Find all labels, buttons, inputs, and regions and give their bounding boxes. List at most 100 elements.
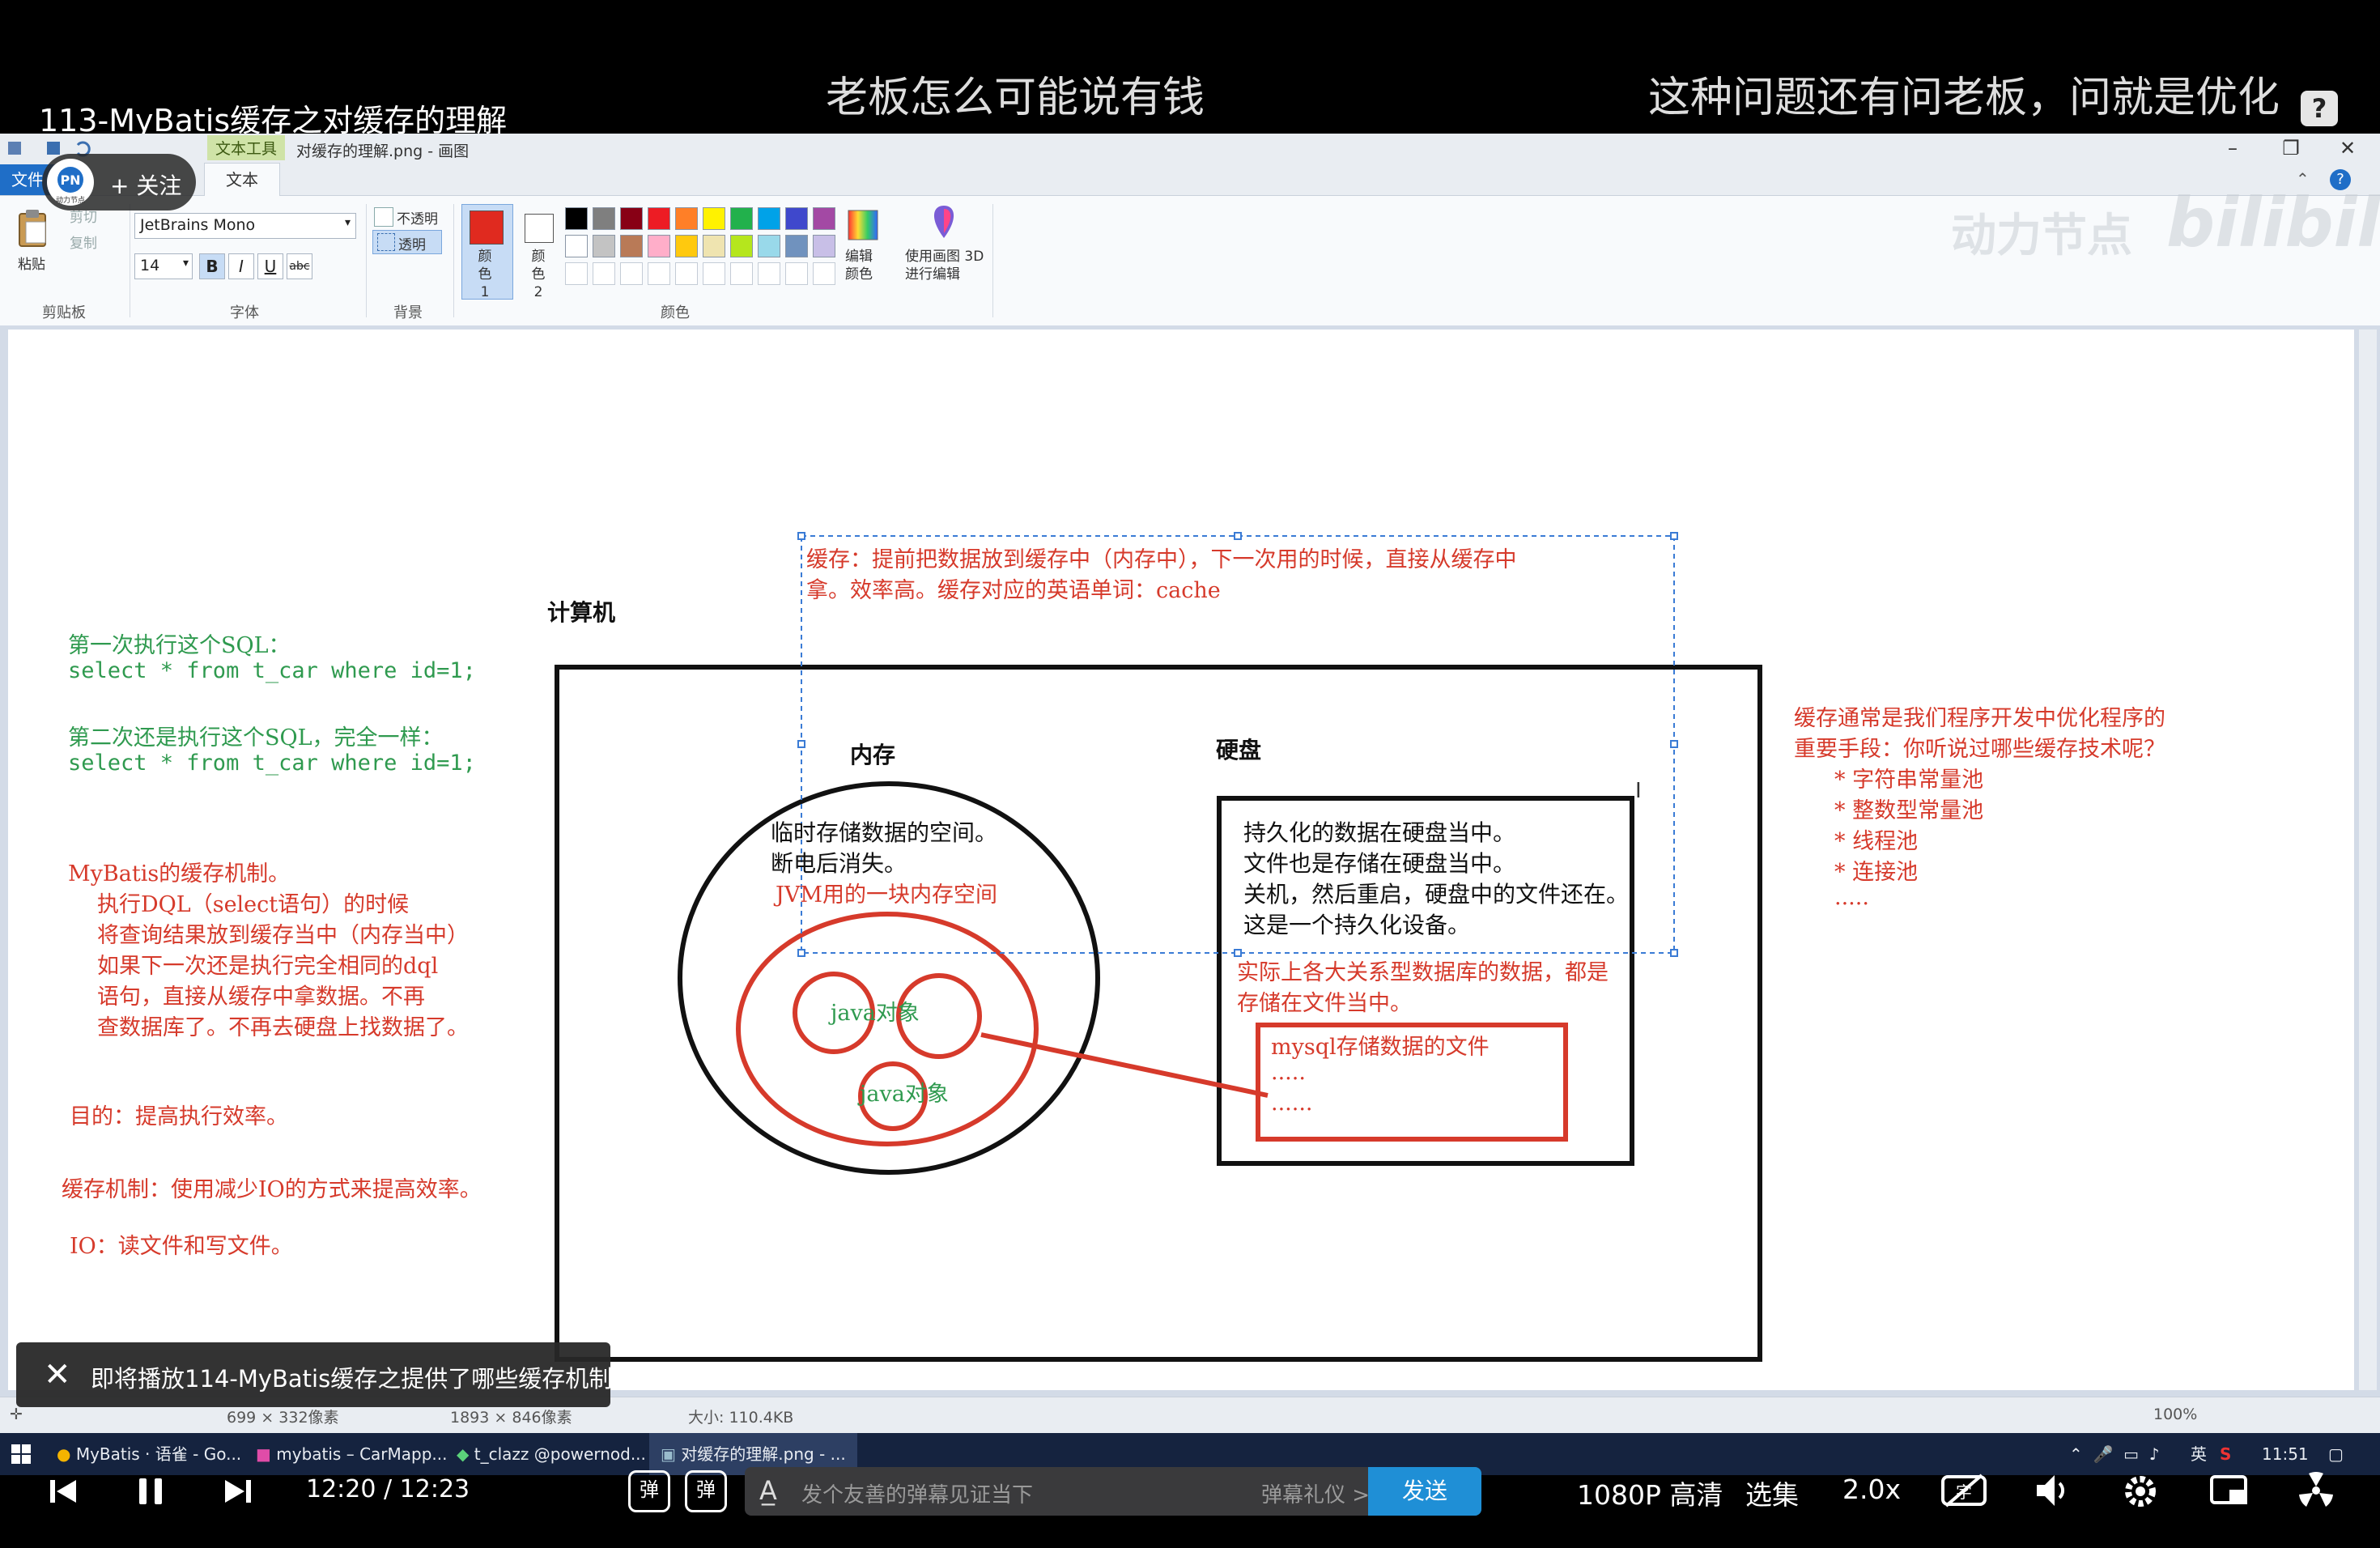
windows-start-icon[interactable]	[11, 1444, 31, 1464]
total-time: 12:23	[399, 1475, 470, 1503]
up-next-text[interactable]: 即将播放114-MyBatis缓存之提供了哪些缓存机制	[91, 1360, 612, 1394]
color-palette[interactable]	[565, 207, 840, 291]
sogou-icon[interactable]: S	[2220, 1433, 2231, 1475]
clock[interactable]: 11:51	[2262, 1433, 2309, 1475]
taskbar-item-db[interactable]: ◆ t_clazz @powernod...	[457, 1433, 646, 1475]
copy-button[interactable]: 复制	[70, 232, 97, 252]
palette-swatch[interactable]	[785, 207, 808, 230]
close-window-button[interactable]: ✕	[2323, 135, 2372, 161]
font-family-value: JetBrains Mono	[140, 216, 256, 234]
color2-swatch[interactable]	[525, 214, 554, 243]
vertical-scrollbar[interactable]	[2359, 330, 2377, 1390]
palette-swatch[interactable]	[730, 262, 753, 285]
palette-swatch[interactable]	[730, 207, 753, 230]
pause-icon[interactable]	[134, 1475, 167, 1508]
font-family-select[interactable]: JetBrains Mono ▾	[134, 213, 356, 239]
edit-colors-icon[interactable]	[847, 209, 879, 241]
cache-tech-item: * 线程池	[1834, 829, 1919, 854]
selection-size: 699 × 332像素	[227, 1409, 339, 1427]
palette-swatch[interactable]	[593, 235, 615, 257]
font-size-select[interactable]: 14 ▾	[134, 253, 193, 279]
color2-label[interactable]: 颜色 2	[526, 248, 550, 301]
danmaku-toggle-icon[interactable]: 弹	[628, 1470, 670, 1512]
palette-swatch[interactable]	[813, 235, 835, 257]
java-object-label: java对象	[831, 1001, 920, 1026]
palette-swatch[interactable]	[593, 207, 615, 230]
palette-swatch[interactable]	[593, 262, 615, 285]
taskbar-item-label: 对缓存的理解.png - ...	[681, 1444, 846, 1464]
notification-icon[interactable]: ▢	[2328, 1433, 2344, 1475]
palette-swatch[interactable]	[675, 235, 698, 257]
paste-label[interactable]: 粘贴	[18, 253, 45, 273]
paste-icon[interactable]	[15, 207, 52, 249]
disk-desc-line: 这是一个持久化设备。	[1243, 912, 1471, 938]
paint3d-label[interactable]: 使用画图 3D 进行编辑	[905, 248, 994, 283]
palette-swatch[interactable]	[620, 262, 643, 285]
taskbar-item-chrome[interactable]: ● MyBatis · 语雀 - Go...	[57, 1433, 241, 1475]
palette-swatch[interactable]	[758, 235, 780, 257]
palette-swatch[interactable]	[813, 207, 835, 230]
palette-swatch[interactable]	[565, 235, 588, 257]
mechanism-line: MyBatis的缓存机制。	[68, 861, 291, 887]
palette-swatch[interactable]	[620, 235, 643, 257]
palette-swatch[interactable]	[675, 207, 698, 230]
previous-icon[interactable]	[47, 1475, 79, 1508]
drawing-canvas[interactable]: I 第一次执行这个SQL： select * from t_car where …	[8, 330, 2354, 1390]
cache-tech-intro: 重要手段：你听说过哪些缓存技术呢？	[1794, 737, 2165, 762]
speed-button[interactable]: 2.0x	[1842, 1474, 1901, 1505]
ribbon-tabs	[0, 163, 2380, 196]
underline-button[interactable]: U	[257, 253, 283, 279]
italic-button[interactable]: I	[228, 253, 254, 279]
cache-mechanism-text: 缓存机制：使用减少IO的方式来提高效率。	[62, 1177, 482, 1202]
palette-swatch[interactable]	[813, 262, 835, 285]
subtitle-off-icon[interactable]: 字	[1940, 1472, 1988, 1509]
maximize-button[interactable]: ❐	[2267, 135, 2315, 161]
paint3d-icon[interactable]	[928, 204, 960, 241]
palette-swatch[interactable]	[730, 235, 753, 257]
danmaku-settings-icon[interactable]: 弹	[685, 1470, 727, 1512]
picture-in-picture-icon[interactable]	[2208, 1472, 2250, 1509]
palette-swatch[interactable]	[703, 207, 725, 230]
text-tab[interactable]: 文本	[204, 163, 280, 197]
bold-button[interactable]: B	[199, 253, 225, 279]
fan-icon[interactable]	[2296, 1470, 2336, 1511]
danmaku-etiquette-link[interactable]: 弹幕礼仪 >	[1261, 1478, 1370, 1508]
volume-icon[interactable]	[2034, 1472, 2072, 1509]
palette-swatch[interactable]	[565, 207, 588, 230]
current-time: 12:20	[306, 1475, 376, 1503]
palette-swatch[interactable]	[703, 235, 725, 257]
palette-swatch[interactable]	[785, 262, 808, 285]
tray-icons[interactable]: ⌃ 🎤 ▭ ♪	[2069, 1433, 2159, 1475]
palette-swatch[interactable]	[758, 262, 780, 285]
next-icon[interactable]	[222, 1475, 254, 1508]
palette-swatch[interactable]	[758, 207, 780, 230]
settings-gear-icon[interactable]	[2121, 1472, 2160, 1511]
window-title: 对缓存的理解.png - 画图	[296, 142, 470, 160]
text-style-icon[interactable]: A̲	[759, 1475, 777, 1506]
palette-swatch[interactable]	[620, 207, 643, 230]
palette-swatch[interactable]	[565, 262, 588, 285]
minimize-button[interactable]: –	[2208, 135, 2257, 161]
send-danmaku-button[interactable]: 发送	[1368, 1467, 1481, 1516]
database-desc-line: 实际上各大关系型数据库的数据，都是	[1237, 960, 1609, 985]
close-icon[interactable]: ✕	[44, 1357, 71, 1393]
edit-colors-label[interactable]: 编辑颜色	[845, 248, 881, 283]
input-language[interactable]: 英	[2191, 1433, 2207, 1475]
episodes-button[interactable]: 选集	[1745, 1474, 1799, 1512]
palette-swatch[interactable]	[648, 235, 670, 257]
follow-button[interactable]: PN 动力节点 + 关注	[42, 154, 196, 211]
palette-swatch[interactable]	[675, 262, 698, 285]
palette-swatch[interactable]	[648, 207, 670, 230]
strikethrough-button[interactable]: abc	[287, 253, 312, 279]
opaque-option[interactable]: 不透明	[397, 207, 438, 228]
disk-label: 硬盘	[1216, 737, 1262, 763]
palette-swatch[interactable]	[703, 262, 725, 285]
transparent-option[interactable]: 透明	[398, 233, 426, 253]
help-icon[interactable]: ?	[2301, 91, 2338, 126]
palette-swatch[interactable]	[648, 262, 670, 285]
taskbar-item-idea[interactable]: ■ mybatis – CarMapp...	[256, 1433, 448, 1475]
quality-button[interactable]: 1080P 高清	[1577, 1474, 1723, 1512]
follow-label[interactable]: + 关注	[110, 168, 181, 201]
palette-swatch[interactable]	[785, 235, 808, 257]
clipboard-group-label: 剪贴板	[42, 304, 86, 321]
